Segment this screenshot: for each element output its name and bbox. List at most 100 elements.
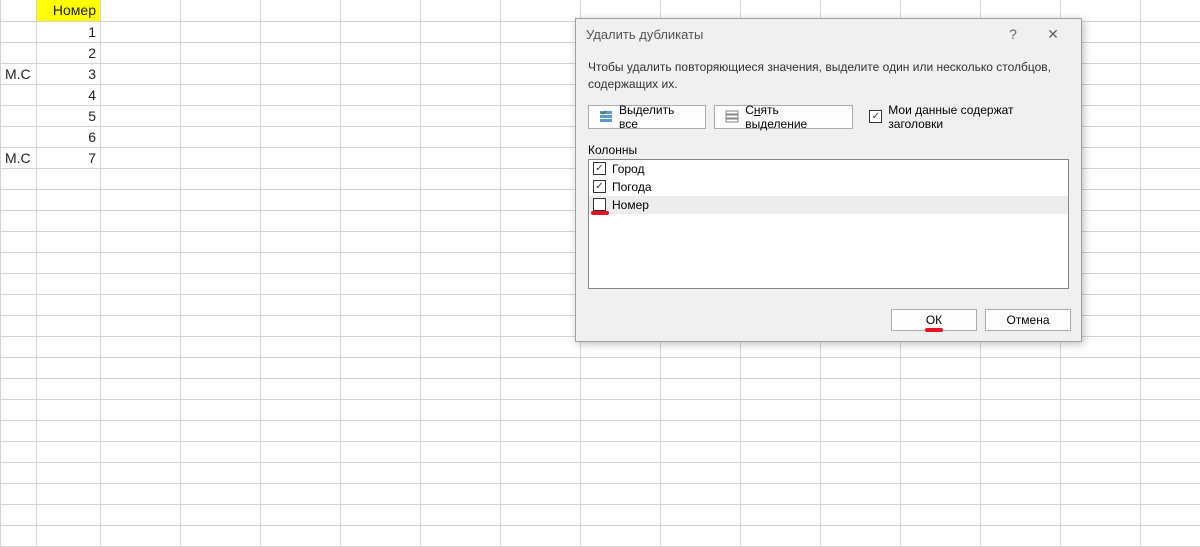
cell[interactable] — [181, 126, 261, 147]
cell[interactable] — [341, 315, 421, 336]
cell[interactable] — [101, 294, 181, 315]
cell[interactable] — [421, 126, 501, 147]
cell[interactable] — [101, 420, 181, 441]
cell[interactable] — [661, 525, 741, 546]
cell[interactable] — [741, 399, 821, 420]
cell[interactable] — [981, 399, 1061, 420]
cell[interactable] — [37, 168, 101, 189]
cell[interactable] — [1, 168, 37, 189]
cell[interactable] — [101, 483, 181, 504]
cell[interactable] — [1, 420, 37, 441]
cell[interactable] — [1, 336, 37, 357]
cell[interactable]: М.С — [1, 63, 37, 84]
cell[interactable] — [661, 399, 741, 420]
cell[interactable] — [421, 252, 501, 273]
cell[interactable] — [1061, 441, 1141, 462]
cell[interactable] — [1141, 84, 1200, 105]
cell[interactable] — [901, 357, 981, 378]
cell[interactable] — [1, 231, 37, 252]
cell[interactable] — [181, 378, 261, 399]
cell[interactable] — [661, 462, 741, 483]
cell[interactable] — [261, 378, 341, 399]
cell[interactable] — [37, 189, 101, 210]
cell[interactable] — [741, 483, 821, 504]
cell[interactable] — [37, 273, 101, 294]
cell[interactable] — [501, 252, 581, 273]
cell[interactable] — [501, 210, 581, 231]
cell[interactable] — [421, 336, 501, 357]
cell[interactable] — [181, 84, 261, 105]
cell[interactable] — [1141, 231, 1200, 252]
cell[interactable] — [261, 189, 341, 210]
cell[interactable] — [661, 483, 741, 504]
cell[interactable] — [181, 357, 261, 378]
cell[interactable] — [501, 378, 581, 399]
cell[interactable] — [181, 0, 261, 21]
cell[interactable] — [1061, 462, 1141, 483]
cell[interactable] — [101, 462, 181, 483]
cell[interactable] — [341, 273, 421, 294]
column-item[interactable]: Погода — [589, 178, 1068, 196]
cell[interactable] — [501, 525, 581, 546]
cell[interactable]: 2 — [37, 42, 101, 63]
cell[interactable] — [421, 63, 501, 84]
cell[interactable] — [181, 42, 261, 63]
cell[interactable] — [101, 168, 181, 189]
cell[interactable] — [1061, 357, 1141, 378]
cell[interactable] — [421, 273, 501, 294]
cell[interactable] — [901, 420, 981, 441]
cell[interactable] — [101, 210, 181, 231]
cell[interactable] — [981, 504, 1061, 525]
cell[interactable] — [421, 504, 501, 525]
cell[interactable] — [1141, 315, 1200, 336]
unselect-all-button[interactable]: Снять выделение — [714, 105, 853, 129]
cell[interactable] — [101, 315, 181, 336]
cell[interactable] — [1, 21, 37, 42]
cell[interactable] — [181, 315, 261, 336]
checkbox-icon[interactable] — [593, 180, 606, 193]
cell[interactable] — [1, 378, 37, 399]
cell[interactable] — [821, 420, 901, 441]
cell[interactable] — [1141, 126, 1200, 147]
cell[interactable] — [501, 147, 581, 168]
cell[interactable] — [901, 483, 981, 504]
select-all-button[interactable]: Выделить все — [588, 105, 706, 129]
cell[interactable]: 1 — [37, 21, 101, 42]
column-item[interactable]: Город — [589, 160, 1068, 178]
cell[interactable] — [1, 273, 37, 294]
cell[interactable] — [261, 84, 341, 105]
cell[interactable] — [181, 210, 261, 231]
cell[interactable] — [901, 399, 981, 420]
checkbox-icon[interactable] — [593, 198, 606, 211]
cancel-button[interactable]: Отмена — [985, 309, 1071, 331]
cell[interactable] — [261, 126, 341, 147]
cell[interactable] — [181, 105, 261, 126]
cell[interactable] — [501, 168, 581, 189]
cell[interactable] — [581, 441, 661, 462]
columns-listbox[interactable]: ГородПогодаНомер — [588, 159, 1069, 289]
cell[interactable] — [421, 0, 501, 21]
ok-button[interactable]: ОК — [891, 309, 977, 331]
cell[interactable] — [581, 378, 661, 399]
cell[interactable] — [1141, 525, 1200, 546]
cell[interactable] — [101, 399, 181, 420]
cell[interactable]: М.С — [1, 147, 37, 168]
cell[interactable] — [501, 315, 581, 336]
cell[interactable] — [421, 42, 501, 63]
cell[interactable] — [101, 231, 181, 252]
cell[interactable] — [1141, 336, 1200, 357]
cell[interactable] — [1, 525, 37, 546]
cell[interactable] — [101, 105, 181, 126]
cell[interactable] — [1061, 378, 1141, 399]
cell[interactable] — [341, 126, 421, 147]
cell[interactable] — [501, 273, 581, 294]
cell[interactable] — [661, 420, 741, 441]
headers-checkbox[interactable]: Мои данные содержат заголовки — [869, 103, 1069, 131]
cell[interactable] — [341, 63, 421, 84]
cell[interactable] — [981, 462, 1061, 483]
cell[interactable] — [1, 0, 37, 21]
cell[interactable] — [261, 231, 341, 252]
cell[interactable] — [261, 336, 341, 357]
cell[interactable] — [1141, 42, 1200, 63]
cell[interactable] — [341, 168, 421, 189]
